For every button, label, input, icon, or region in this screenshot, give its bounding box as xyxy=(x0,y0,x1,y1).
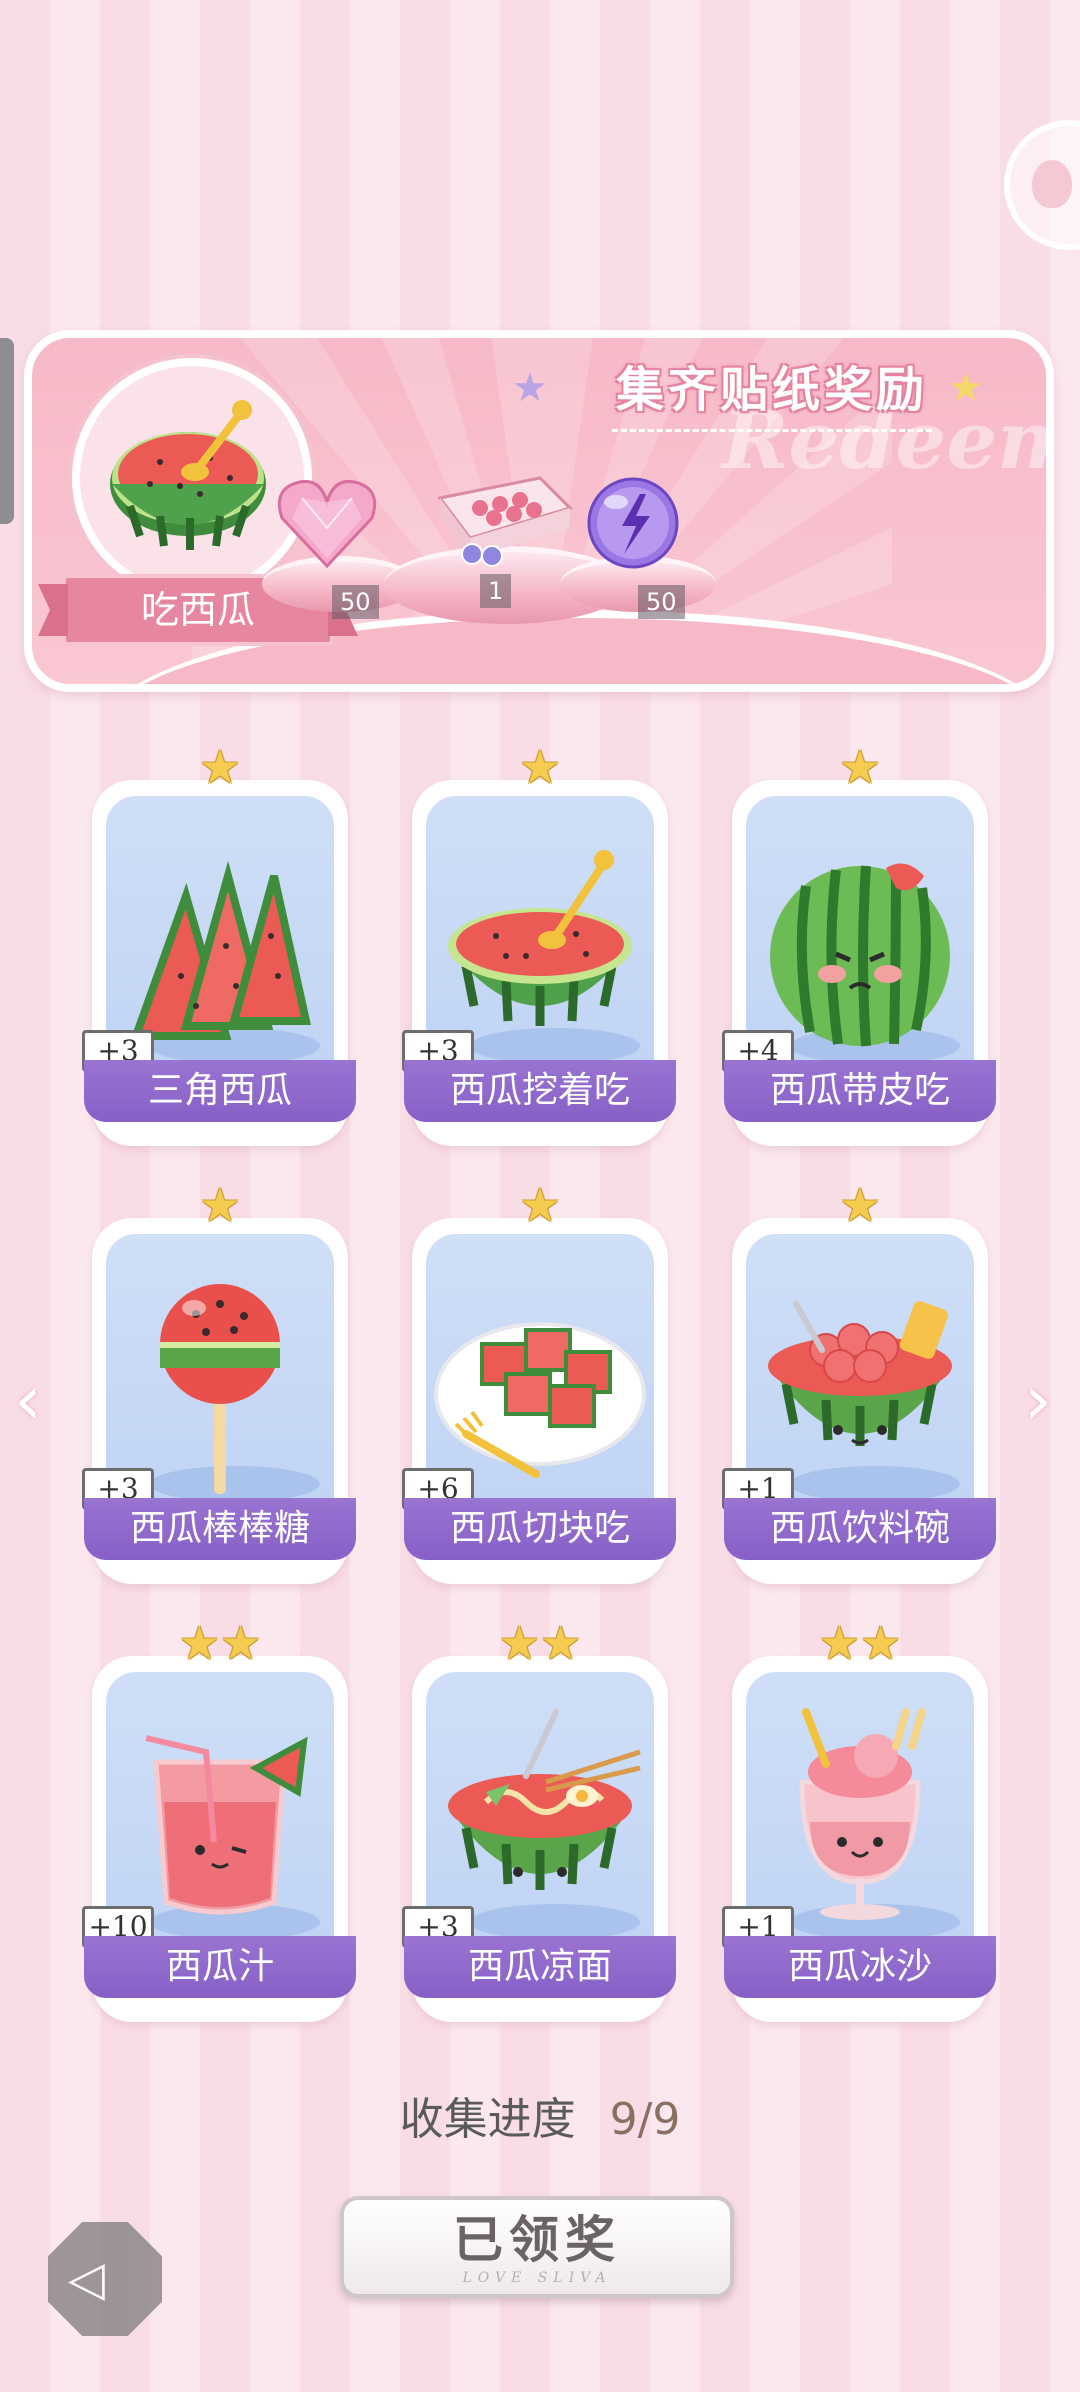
sticker-card-2[interactable]: ★ +3 西瓜挖着吃 xyxy=(402,742,676,1146)
banner-title: 集齐贴纸奖励 xyxy=(572,348,972,432)
card-stars: ★ xyxy=(199,1178,241,1232)
card-stars: ★ xyxy=(199,740,241,794)
card-label: 西瓜冰沙 xyxy=(724,1936,996,1998)
banner-star-left-icon: ★ xyxy=(512,365,548,411)
card-stars: ★★ xyxy=(818,1616,902,1670)
progress-label: 收集进度 xyxy=(399,2094,576,2145)
collection-progress: 收集进度 9/9 xyxy=(0,2090,1080,2150)
claimed-button-label: 已领奖 xyxy=(453,2210,621,2269)
next-page-arrow[interactable]: › xyxy=(1024,1362,1068,1438)
sticker-card-9[interactable]: ★★ +1 西瓜冰沙 xyxy=(722,1618,996,2022)
menu-corner-button[interactable] xyxy=(1004,120,1080,250)
pink-heart-gem-icon xyxy=(277,479,377,569)
card-label: 西瓜带皮吃 xyxy=(724,1060,996,1122)
reward-count-2: 1 xyxy=(480,574,512,608)
card-label: 西瓜挖着吃 xyxy=(404,1060,676,1122)
sticker-card-4[interactable]: ★ +3 西瓜棒棒糖 xyxy=(82,1180,356,1584)
card-label: 西瓜汁 xyxy=(84,1936,356,1998)
card-label: 西瓜棒棒糖 xyxy=(84,1498,356,1560)
claimed-button[interactable]: 已领奖 LOVE SLIVA xyxy=(340,2196,734,2298)
card-stars: ★★ xyxy=(178,1616,262,1670)
reward-count-1: 50 xyxy=(332,585,379,619)
sticker-card-5[interactable]: ★ +6 西瓜切块吃 xyxy=(402,1180,676,1584)
card-stars: ★ xyxy=(519,740,561,794)
card-stars: ★ xyxy=(839,740,881,794)
card-stars: ★★ xyxy=(498,1616,582,1670)
claimed-button-subtitle: LOVE SLIVA xyxy=(462,2270,612,2286)
card-label: 三角西瓜 xyxy=(84,1060,356,1122)
sticker-card-6[interactable]: ★ +1 西瓜饮料碗 xyxy=(722,1180,996,1584)
prev-page-arrow[interactable]: ‹ xyxy=(14,1362,58,1438)
sticker-card-8[interactable]: ★★ +3 西瓜凉面 xyxy=(402,1618,676,2022)
card-stars: ★ xyxy=(519,1178,561,1232)
card-label: 西瓜凉面 xyxy=(404,1936,676,1998)
purple-energy-orb-icon xyxy=(587,477,679,569)
progress-value: 9/9 xyxy=(609,2094,681,2145)
back-button[interactable]: ◁ xyxy=(48,2222,162,2336)
reward-banner: Redeem ★ ★ 集齐贴纸奖励 吃西瓜 50 1 50 xyxy=(24,330,1054,692)
reward-count-3: 50 xyxy=(638,585,685,619)
menu-icon xyxy=(1032,160,1072,208)
side-drawer-handle[interactable] xyxy=(0,338,14,524)
watermelon-half-spoon-icon xyxy=(110,400,266,550)
sticker-card-1[interactable]: ★ +3 三角西瓜 xyxy=(82,742,356,1146)
card-label: 西瓜饮料碗 xyxy=(724,1498,996,1560)
sticker-card-7[interactable]: ★★ +10 西瓜汁 xyxy=(82,1618,356,2022)
card-label: 西瓜切块吃 xyxy=(404,1498,676,1560)
gift-box-icon xyxy=(437,476,573,567)
back-arrow-icon: ◁ xyxy=(68,2251,105,2307)
sticker-card-3[interactable]: ★ +4 西瓜带皮吃 xyxy=(722,742,996,1146)
card-stars: ★ xyxy=(839,1178,881,1232)
